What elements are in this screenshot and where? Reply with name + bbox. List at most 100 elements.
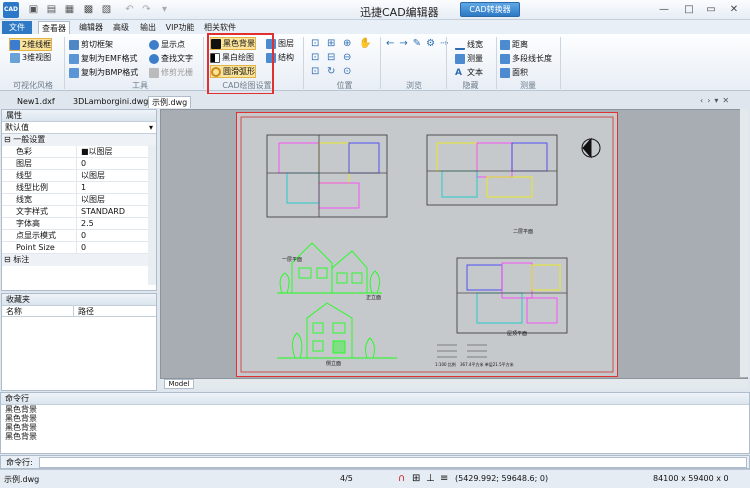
properties-scrollbar[interactable] [148,145,156,285]
doc-tab-example[interactable]: 示例.dwg [148,96,192,108]
dropdown-icon[interactable]: ▾ [158,3,171,16]
separator [64,37,65,89]
tab-viewer[interactable]: 查看器 [38,21,70,34]
fit-icon[interactable]: ⊡ [311,66,327,80]
open-icon[interactable]: ▣ [27,3,40,16]
property-row[interactable]: 线型比例 1 [2,182,156,194]
trim-raster-button[interactable]: 修剪光栅 [149,66,193,79]
app-icon[interactable]: CAD [3,2,19,18]
zoom-window-icon[interactable]: ⊡ [311,38,327,52]
property-row[interactable]: 字体高 2.5 [2,218,156,230]
snap-icon[interactable]: ∩ [398,473,405,484]
status-file: 示例.dwg [4,475,40,484]
save-icon[interactable]: ▤ [45,3,58,16]
property-row[interactable]: 线型 以图层 [2,170,156,182]
area-button[interactable]: 面积 [500,66,528,79]
label: 线宽 [467,40,483,49]
copy-bmp-icon [69,67,79,78]
zoom-all-icon[interactable]: ⊞ [327,38,343,52]
line-width-button[interactable]: 线宽 [455,38,483,51]
clip-frame-button[interactable]: 剪切框架 [69,38,113,51]
property-row[interactable]: 图层 0 [2,158,156,170]
command-panel: 命令行 黑色背景 黑色背景 黑色背景 黑色背景 [0,392,750,454]
settings-icon[interactable]: ⚙ [426,38,435,49]
find-text-button[interactable]: 查找文字 [149,52,193,65]
next-icon[interactable]: ⇢ [440,38,448,49]
back-icon[interactable]: ← [386,38,394,49]
label: 3维视图 [22,53,52,62]
polyline-length-button[interactable]: 多段线长度 [500,52,552,65]
tab-advanced[interactable]: 高级 [110,21,132,34]
tab-file[interactable]: 文件 [2,21,32,34]
3d-view-button[interactable]: 3维视图 [10,51,51,64]
property-row[interactable]: 文字样式 STANDARD [2,206,156,218]
forward-icon[interactable]: → [399,38,407,49]
property-row[interactable]: 点显示模式 0 [2,230,156,242]
print-preview-icon[interactable]: ▧ [100,3,113,16]
lineweight-icon[interactable]: ≡ [440,473,448,484]
label: 2维线框 [22,40,52,49]
column-path[interactable]: 路径 [74,306,94,316]
doc-tab-lamborgini[interactable]: 3DLamborgini.dwg [70,96,151,108]
model-tab[interactable]: Model [164,379,194,389]
doc-tab-new1[interactable]: New1.dxf [14,96,58,108]
measure-toggle-button[interactable]: 测量 [455,52,483,65]
rotate-icon[interactable]: ↻ [327,66,343,80]
zoom-extent-icon[interactable]: ⊡ [311,52,327,66]
command-input[interactable] [39,457,747,468]
copy-emf-button[interactable]: 复制为EMF格式 [69,52,138,65]
2d-wireframe-button[interactable]: 2维线框 [9,38,53,51]
label: 面积 [512,68,528,77]
close-icon[interactable]: ✕ [725,2,743,17]
property-value: 0 [81,231,87,240]
zoom-in-icon[interactable]: ⊕ [343,38,359,52]
wireframe-2d-icon [10,39,20,50]
pan-hand-icon[interactable]: ✋ [359,38,375,52]
redo-icon[interactable]: ↷ [140,3,153,16]
maximize-icon[interactable]: ▭ [702,2,720,17]
elevation-front [277,242,382,294]
group-label-tools: 工具 [132,81,148,90]
command-history-line: 黑色背景 [5,405,37,414]
property-row[interactable]: Point Size 0 [2,242,156,254]
doc-tab-controls[interactable]: ‹›▾✕ [700,96,733,105]
property-row[interactable]: 色彩 ■以图层 [2,146,156,158]
print-icon[interactable]: ▩ [82,3,95,16]
property-value: 0 [81,243,87,252]
zoom-real-icon[interactable]: ⊙ [343,66,359,80]
grid-icon[interactable]: ⊞ [412,473,420,484]
zoom-prev-icon[interactable]: ⊟ [327,52,343,66]
section-dimension[interactable]: ⊟ 标注 [2,254,156,266]
tab-editor[interactable]: 编辑器 [76,21,106,34]
command-prompt: 命令行: [6,458,33,467]
minimize-icon[interactable]: — [655,2,673,17]
column-name[interactable]: 名称 [2,306,74,316]
properties-dropdown[interactable]: 默认值 ▾ [2,122,156,134]
vertical-scrollbar[interactable] [740,109,748,377]
text-toggle-button[interactable]: A 文本 [455,66,483,79]
save-as-icon[interactable]: ▦ [63,3,76,16]
copy-bmp-button[interactable]: 复制为BMP格式 [69,66,138,79]
distance-icon [500,39,510,50]
points-icon [149,39,159,50]
label-plan2: 二层平面 [513,229,534,235]
cad-converter-button[interactable]: CAD转换器 [460,2,520,17]
property-name: 字体高 [2,218,77,229]
group-label-hide: 隐藏 [462,81,479,90]
section-general[interactable]: ⊟ 一般设置 [2,134,156,146]
label-plan1: 一层平面 [282,257,303,263]
tab-vip[interactable]: VIP功能 [164,21,196,34]
property-name: 线型 [2,170,77,181]
tab-output[interactable]: 输出 [137,21,159,34]
favorites-panel: 收藏夹 名称 路径 [1,293,157,391]
undo-icon[interactable]: ↶ [123,3,136,16]
clip-icon [69,39,79,50]
distance-button[interactable]: 距离 [500,38,528,51]
property-row[interactable]: 线宽 以图层 [2,194,156,206]
restore-icon[interactable]: □ [680,2,698,17]
edit-icon[interactable]: ✎ [413,38,421,49]
ortho-icon[interactable]: ⊥ [426,473,435,484]
show-points-button[interactable]: 显示点 [149,38,185,51]
zoom-out-icon[interactable]: ⊖ [343,52,359,66]
label: 多段线长度 [512,54,552,63]
